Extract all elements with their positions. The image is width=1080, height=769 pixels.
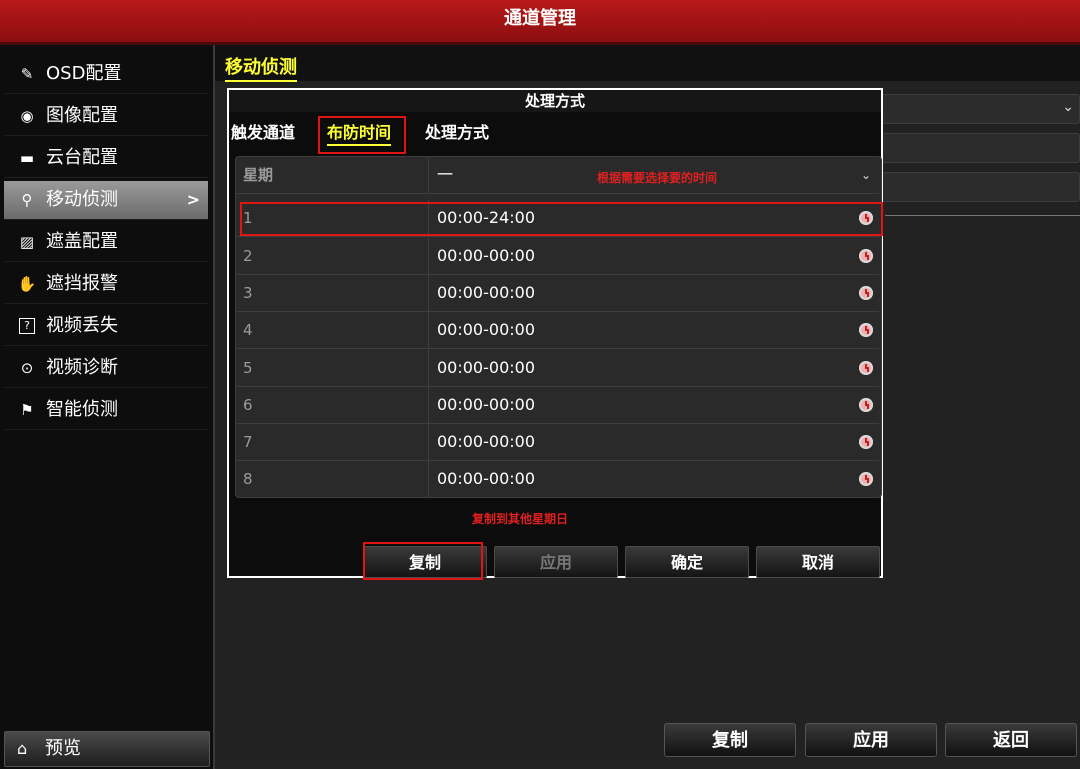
clock-icon[interactable] xyxy=(859,472,873,486)
sidebar-item-video-diagnosis[interactable]: ⊙ 视频诊断 xyxy=(4,349,208,388)
period-time: 00:00-00:00 xyxy=(437,283,535,302)
period-index: 1 xyxy=(237,200,429,236)
dialog-title: 处理方式 xyxy=(229,90,881,112)
bg-select-field[interactable] xyxy=(875,94,1080,124)
apply-button[interactable]: 应用 xyxy=(494,546,618,578)
clock-icon[interactable] xyxy=(859,249,873,263)
tab-arming-schedule[interactable]: 布防时间 xyxy=(327,118,392,148)
section-title: 移动侦测 xyxy=(225,53,297,82)
table-row[interactable]: 1 00:00-24:00 xyxy=(237,200,879,237)
sidebar-item-mask[interactable]: ▨ 遮盖配置 xyxy=(4,223,208,262)
ptz-icon: ▬ xyxy=(19,149,35,167)
bg-sensitivity-slider[interactable] xyxy=(885,215,1080,230)
smart-detect-icon: ⚑ xyxy=(20,401,34,419)
pen-icon: ✎ xyxy=(20,65,34,83)
clock-icon[interactable] xyxy=(859,435,873,449)
sidebar-item-label: OSD配置 xyxy=(46,63,122,84)
annotation-copy: 复制到其他星期日 xyxy=(472,512,569,526)
table-row[interactable]: 4 00:00-00:00 xyxy=(237,312,879,349)
clock-icon[interactable] xyxy=(859,211,873,225)
cancel-button[interactable]: 取消 xyxy=(756,546,880,578)
preview-label: 预览 xyxy=(45,738,81,759)
sidebar-item-tamper-alarm[interactable]: ✋ 遮挡报警 xyxy=(4,265,208,304)
sidebar-item-label: 遮挡报警 xyxy=(46,273,118,294)
footer-copy-button[interactable]: 复制 xyxy=(664,723,796,757)
period-index: 4 xyxy=(237,312,429,348)
sidebar-item-motion-detection[interactable]: ⚲ 移动侦测 > xyxy=(4,181,208,220)
schedule-table: 星期 一 ⌄ 根据需要选择要的时间 1 00:00-24:00 2 00:00-… xyxy=(235,156,882,498)
footer-apply-button[interactable]: 应用 xyxy=(805,723,937,757)
sidebar-item-label: 视频诊断 xyxy=(46,357,118,378)
tab-label: 布防时间 xyxy=(327,123,392,146)
diagnose-icon: ⊙ xyxy=(20,359,34,377)
sidebar-item-smart-detection[interactable]: ⚑ 智能侦测 xyxy=(4,391,208,430)
period-index: 7 xyxy=(237,424,429,460)
period-index: 8 xyxy=(237,461,429,497)
table-row[interactable]: 6 00:00-00:00 xyxy=(237,387,879,424)
sidebar: ✎ OSD配置 ◉ 图像配置 ▬ 云台配置 ⚲ 移动侦测 > ▨ 遮盖配置 ✋ … xyxy=(0,45,215,769)
table-row[interactable]: 5 00:00-00:00 xyxy=(237,350,879,387)
hand-icon: ✋ xyxy=(17,275,37,293)
window-title-bar: 通道管理 xyxy=(0,0,1080,45)
video-loss-icon: ? xyxy=(19,318,35,334)
period-time: 00:00-00:00 xyxy=(437,432,535,451)
main-header: 移动侦测 xyxy=(215,45,1080,82)
period-index: 2 xyxy=(237,238,429,274)
sidebar-item-video-loss[interactable]: ? 视频丢失 xyxy=(4,307,208,346)
sidebar-item-label: 图像配置 xyxy=(46,105,118,126)
period-index: 5 xyxy=(237,350,429,386)
copy-button[interactable]: 复制 xyxy=(363,546,487,578)
table-row[interactable]: 2 00:00-00:00 xyxy=(237,238,879,275)
sidebar-item-osd[interactable]: ✎ OSD配置 xyxy=(4,55,208,94)
period-time: 00:00-00:00 xyxy=(437,320,535,339)
clock-icon[interactable] xyxy=(859,361,873,375)
image-icon: ◉ xyxy=(20,107,34,125)
bg-field[interactable] xyxy=(875,172,1080,202)
table-row[interactable]: 7 00:00-00:00 xyxy=(237,424,879,461)
bg-field[interactable] xyxy=(875,133,1080,163)
weekday-row[interactable]: 星期 一 ⌄ 根据需要选择要的时间 xyxy=(237,157,879,194)
annotation-select-time: 根据需要选择要的时间 xyxy=(597,171,718,185)
weekday-value[interactable]: 一 xyxy=(437,157,453,193)
table-row[interactable]: 3 00:00-00:00 xyxy=(237,275,879,312)
sidebar-item-label: 移动侦测 xyxy=(46,189,118,210)
chevron-right-icon: > xyxy=(186,190,200,209)
mask-icon: ▨ xyxy=(19,233,35,251)
preview-button[interactable]: ⌂ 预览 xyxy=(4,731,210,767)
sidebar-item-label: 遮盖配置 xyxy=(46,231,118,252)
sidebar-item-label: 视频丢失 xyxy=(46,315,118,336)
window-title: 通道管理 xyxy=(504,8,576,29)
chevron-down-icon: ⌄ xyxy=(1062,99,1074,115)
sidebar-item-image[interactable]: ◉ 图像配置 xyxy=(4,97,208,136)
sidebar-item-label: 智能侦测 xyxy=(46,399,118,420)
clock-icon[interactable] xyxy=(859,398,873,412)
clock-icon[interactable] xyxy=(859,323,873,337)
period-index: 3 xyxy=(237,275,429,311)
period-time: 00:00-00:00 xyxy=(437,395,535,414)
schedule-dialog: 处理方式 触发通道 布防时间 处理方式 星期 一 ⌄ 根据需要选择要的时间 1 … xyxy=(227,88,883,580)
period-time: 00:00-24:00 xyxy=(437,208,535,227)
tab-label: 处理方式 xyxy=(425,123,490,142)
tab-label: 触发通道 xyxy=(231,123,296,142)
tab-linkage-action[interactable]: 处理方式 xyxy=(425,118,489,148)
ok-button[interactable]: 确定 xyxy=(625,546,749,578)
period-time: 00:00-00:00 xyxy=(437,358,535,377)
tab-trigger-channel[interactable]: 触发通道 xyxy=(231,118,295,148)
sidebar-item-ptz[interactable]: ▬ 云台配置 xyxy=(4,139,208,178)
table-row[interactable]: 8 00:00-00:00 xyxy=(237,461,879,497)
weekday-label: 星期 xyxy=(237,157,429,193)
period-time: 00:00-00:00 xyxy=(437,246,535,265)
motion-icon: ⚲ xyxy=(21,191,33,209)
period-index: 6 xyxy=(237,387,429,423)
clock-icon[interactable] xyxy=(859,286,873,300)
period-time: 00:00-00:00 xyxy=(437,469,535,488)
sidebar-item-label: 云台配置 xyxy=(46,147,118,168)
home-icon: ⌂ xyxy=(17,739,28,758)
footer-back-button[interactable]: 返回 xyxy=(945,723,1077,757)
chevron-down-icon: ⌄ xyxy=(860,168,871,182)
